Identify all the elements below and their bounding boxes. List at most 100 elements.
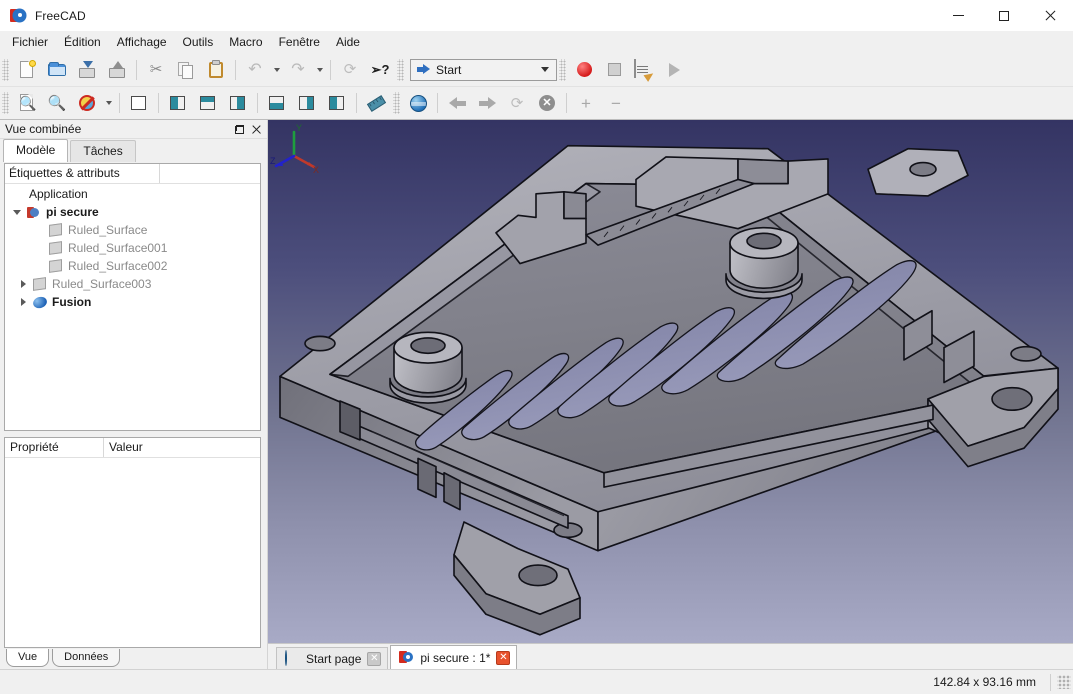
new-document-icon[interactable] [12,56,42,84]
tab-vue[interactable]: Vue [6,649,49,667]
print-icon[interactable] [102,56,132,84]
copy-icon[interactable] [171,56,201,84]
menu-fenetre[interactable]: Fenêtre [271,32,328,52]
macro-record-icon[interactable] [569,56,599,84]
resize-grip-icon[interactable] [1057,675,1071,689]
main-area: Vue combinée Modèle Tâches Étiquettes & … [0,120,1073,669]
toolbar-grip[interactable] [2,59,9,81]
tree-twisty-collapsed[interactable] [15,298,31,306]
draw-style-icon[interactable] [72,89,102,117]
maximize-button[interactable] [981,0,1027,31]
refresh-icon[interactable]: ⟳ [335,56,365,84]
left-view-icon[interactable] [322,89,352,117]
tree-item-application[interactable]: Application [5,185,260,203]
bottom-view-icon[interactable] [292,89,322,117]
macro-edit-icon[interactable] [629,56,659,84]
stop-icon[interactable]: ✕ [532,89,562,117]
rear-view-icon[interactable] [262,89,292,117]
undo-icon[interactable]: ↶ [240,56,270,84]
save-icon[interactable] [72,56,102,84]
front-view-icon[interactable] [163,89,193,117]
tree-twisty-expanded[interactable] [9,210,25,215]
toolbar-grip[interactable] [2,92,9,114]
macro-stop-icon[interactable] [599,56,629,84]
web-browser-icon[interactable] [403,89,433,117]
tree-item-ruled-surface001[interactable]: Ruled_Surface001 [5,239,260,257]
title-bar: FreeCAD [0,0,1073,31]
toolbar-grip[interactable] [393,92,400,114]
toolbar-separator [566,93,567,113]
fit-all-icon[interactable]: 🔍 [12,89,42,117]
tree-header: Étiquettes & attributs [5,164,260,184]
toolbar-grip[interactable] [397,59,404,81]
fit-selection-icon[interactable]: 🔍 [42,89,72,117]
close-icon[interactable]: ✕ [496,651,510,665]
workbench-label: Start [436,63,541,77]
tree-item-label: Ruled_Surface [68,223,147,237]
undo-dropdown-icon[interactable] [270,56,283,84]
tree-body: Application pi secure Ruled_Surface [5,184,260,430]
macro-execute-icon[interactable] [659,56,689,84]
3d-viewport[interactable]: Y X Z [268,120,1073,643]
tree-item-ruled-surface002[interactable]: Ruled_Surface002 [5,257,260,275]
tree-item-pi-secure[interactable]: pi secure [5,203,260,221]
open-folder-icon[interactable] [42,56,72,84]
tree-item-fusion[interactable]: Fusion [5,293,260,311]
whats-this-icon[interactable]: ➢? [365,56,395,84]
model-tree-panel: Étiquettes & attributs Application pi se… [4,163,261,431]
forward-icon[interactable] [472,89,502,117]
viewport-dimensions: 142.84 x 93.16 mm [933,675,1050,689]
menu-fichier[interactable]: Fichier [4,32,56,52]
menu-edition[interactable]: Édition [56,32,109,52]
document-tab-start-page[interactable]: Start page ✕ [276,647,388,669]
axonometric-icon[interactable] [124,89,154,117]
draw-style-dropdown-icon[interactable] [102,89,115,117]
zoom-out-icon[interactable]: − [601,89,631,117]
menu-aide[interactable]: Aide [328,32,368,52]
surface-icon [47,224,64,236]
tree-twisty-collapsed[interactable] [15,280,31,288]
fusion-icon [31,297,48,308]
property-list[interactable] [5,458,260,647]
tree-item-label: Ruled_Surface003 [52,277,151,291]
toolbar-separator [437,93,438,113]
menu-outils[interactable]: Outils [175,32,222,52]
redo-icon[interactable]: ↷ [283,56,313,84]
menu-macro[interactable]: Macro [221,32,270,52]
undock-icon[interactable] [231,121,248,137]
axis-label-y: Y [296,123,302,133]
redo-dropdown-icon[interactable] [313,56,326,84]
back-icon[interactable] [442,89,472,117]
tree-item-label: Fusion [52,295,91,309]
reload-icon[interactable]: ⟳ [502,89,532,117]
tree-header-labels: Étiquettes & attributs [5,164,160,183]
tree-item-label: Application [29,187,88,201]
document-tab-strip: Start page ✕ pi secure : 1* ✕ [268,643,1073,669]
dock-tab-strip: Modèle Tâches [0,139,267,162]
toolbar-separator [136,60,137,80]
tree-item-ruled-surface003[interactable]: Ruled_Surface003 [5,275,260,293]
window-title: FreeCAD [35,9,86,23]
toolbar-grip[interactable] [559,59,566,81]
tree-header-description [160,164,260,183]
tab-modele[interactable]: Modèle [3,139,68,162]
close-icon[interactable]: ✕ [367,652,381,666]
paste-icon[interactable] [201,56,231,84]
workbench-selector[interactable]: Start [410,59,557,81]
close-icon[interactable] [248,121,265,137]
tree-item-label: pi secure [46,205,99,219]
tree-item-ruled-surface[interactable]: Ruled_Surface [5,221,260,239]
document-tab-pi-secure[interactable]: pi secure : 1* ✕ [390,645,517,669]
menu-affichage[interactable]: Affichage [109,32,175,52]
tab-taches[interactable]: Tâches [70,140,135,162]
close-button[interactable] [1027,0,1073,31]
axis-label-z: Z [270,156,276,166]
cut-icon[interactable]: ✂ [141,56,171,84]
zoom-in-icon[interactable]: + [571,89,601,117]
document-icon [25,206,42,219]
right-view-icon[interactable] [223,89,253,117]
measure-icon[interactable] [361,89,391,117]
top-view-icon[interactable] [193,89,223,117]
tab-donnees[interactable]: Données [52,649,120,667]
minimize-button[interactable] [935,0,981,31]
